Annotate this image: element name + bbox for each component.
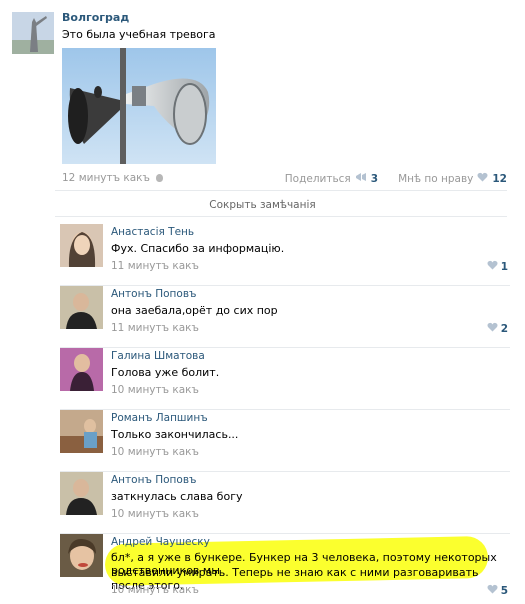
comment-text: Голова уже болит.: [111, 366, 220, 379]
commenter-avatar[interactable]: [60, 224, 103, 267]
post-time-text: 12 минутъ какъ: [62, 172, 150, 184]
post-timestamp[interactable]: 12 минутъ какъ: [62, 172, 164, 184]
commenter-avatar[interactable]: [60, 472, 103, 515]
commenter-name[interactable]: Антонъ Поповъ: [111, 288, 196, 300]
comment-like-button[interactable]: 2: [487, 322, 508, 335]
commenter-name[interactable]: Романъ Лапшинъ: [111, 412, 208, 424]
commenter-avatar[interactable]: [60, 534, 103, 577]
comment-like-button[interactable]: 5: [487, 584, 508, 597]
apple-icon: [156, 174, 164, 182]
comment-item: Анастасія Тень Фух. Спасибо за информаці…: [60, 224, 510, 286]
heart-icon: [487, 322, 498, 335]
comment-text: она заебала,орёт до сих пор: [111, 304, 278, 317]
divider: [55, 190, 507, 191]
comment-text: Фух. Спасибо за информацію.: [111, 242, 285, 255]
comment-timestamp[interactable]: 10 минутъ какъ: [111, 508, 199, 520]
comment-like-count: 5: [500, 584, 508, 597]
comment-text: Только закончилась...: [111, 428, 239, 441]
comment-timestamp[interactable]: 10 минутъ какъ: [111, 584, 199, 596]
post-photo-loudspeakers[interactable]: [62, 48, 216, 164]
divider: [55, 216, 507, 217]
commenter-name[interactable]: Анастасія Тень: [111, 226, 194, 238]
commenter-name[interactable]: Антонъ Поповъ: [111, 474, 196, 486]
commenter-name[interactable]: Андрей Чаушеску: [111, 536, 210, 548]
megaphone-icon: [355, 172, 367, 185]
comment-item: Андрей Чаушеску бл*, а я уже в бункере. …: [60, 534, 510, 600]
heart-icon: [487, 584, 498, 597]
heart-icon: [477, 172, 488, 185]
commenter-name[interactable]: Галина Шматова: [111, 350, 205, 362]
comment-timestamp[interactable]: 11 минутъ какъ: [111, 260, 199, 272]
comment-item: Романъ Лапшинъ Только закончилась... 10 …: [60, 410, 510, 472]
comment-timestamp[interactable]: 11 минутъ какъ: [111, 322, 199, 334]
like-count: 12: [492, 172, 507, 185]
comment-item: Галина Шматова Голова уже болит. 10 мину…: [60, 348, 510, 410]
comment-item: Антонъ Поповъ заткнулась слава богу 10 м…: [60, 472, 510, 534]
comment-text: заткнулась слава богу: [111, 490, 243, 503]
comment-like-button[interactable]: 1: [487, 260, 508, 273]
commenter-avatar[interactable]: [60, 410, 103, 453]
share-button[interactable]: Поделиться: [285, 173, 351, 185]
share-count: 3: [370, 172, 379, 185]
group-avatar[interactable]: [12, 12, 54, 54]
comment-like-count: 2: [500, 322, 508, 335]
post-author-link[interactable]: Волгоград: [62, 11, 129, 24]
comment-like-count: 1: [500, 260, 508, 273]
post-actions: Поделиться 3 Мнѣ по нраву 12: [285, 172, 507, 185]
heart-icon: [487, 260, 498, 273]
post-text: Это была учебная тревога: [62, 28, 216, 41]
commenter-avatar[interactable]: [60, 348, 103, 391]
comment-timestamp[interactable]: 10 минутъ какъ: [111, 446, 199, 458]
like-button[interactable]: Мнѣ по нраву: [398, 173, 473, 185]
commenter-avatar[interactable]: [60, 286, 103, 329]
hide-comments-link[interactable]: Сокрыть замѣчанія: [0, 199, 525, 211]
comment-timestamp[interactable]: 10 минутъ какъ: [111, 384, 199, 396]
comment-item: Антонъ Поповъ она заебала,орёт до сих по…: [60, 286, 510, 348]
